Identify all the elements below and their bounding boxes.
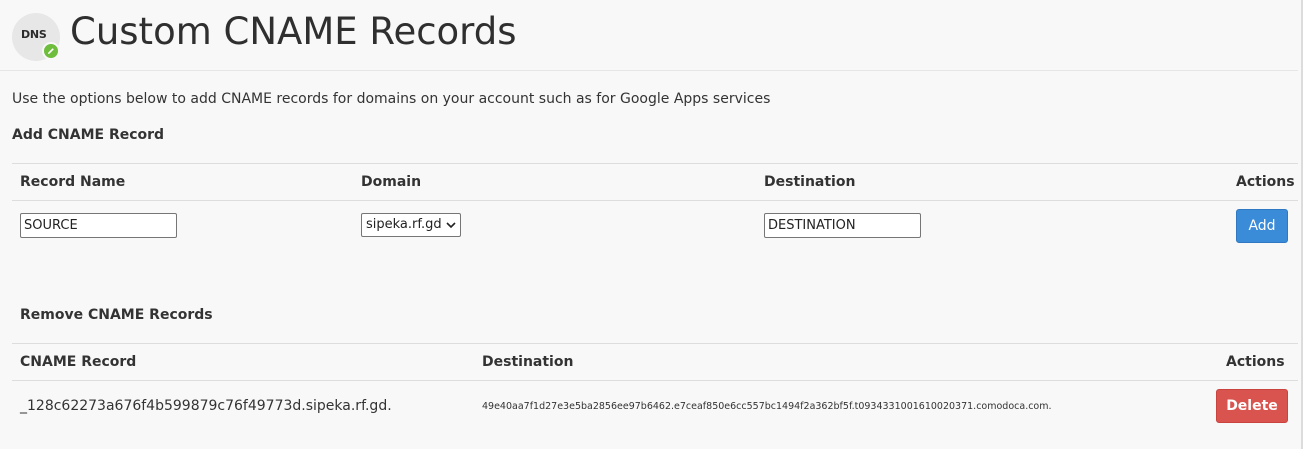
col-remove-actions: Actions [1226,354,1285,370]
col-domain: Domain [361,174,422,190]
cname-record-value: _128c62273a676f4b599879c76f49773d.sipeka… [20,398,392,414]
col-record-name: Record Name [20,174,126,190]
remove-cname-section-title: Remove CNAME Records [20,307,213,323]
remove-table-header-border [12,380,1298,381]
col-actions: Actions [1236,174,1295,190]
record-name-input[interactable] [20,213,177,238]
pencil-icon [42,42,60,60]
destination-input[interactable] [764,213,921,238]
page-title: Custom CNAME Records [70,10,517,53]
add-table-top-border [12,163,1298,164]
delete-button[interactable]: Delete [1216,389,1288,423]
chevron-down-icon [446,222,456,229]
col-destination: Destination [764,174,856,190]
remove-table-top-border [12,343,1298,344]
add-cname-section-title: Add CNAME Record [12,127,165,143]
col-remove-destination: Destination [482,354,574,370]
dns-edit-icon: DNS [12,13,60,61]
cname-destination-value: 49e40aa7f1d27e3e5ba2856ee97b6462.e7ceaf8… [482,401,1052,412]
domain-select-value: sipeka.rf.gd [366,217,442,232]
domain-select[interactable]: sipeka.rf.gd [361,213,461,237]
add-table-header-border [12,200,1298,201]
col-cname-record: CNAME Record [20,354,137,370]
dns-icon-text: DNS [21,28,47,41]
page-header: DNS Custom CNAME Records [0,0,1298,71]
intro-text: Use the options below to add CNAME recor… [12,91,771,107]
add-button[interactable]: Add [1236,209,1288,243]
